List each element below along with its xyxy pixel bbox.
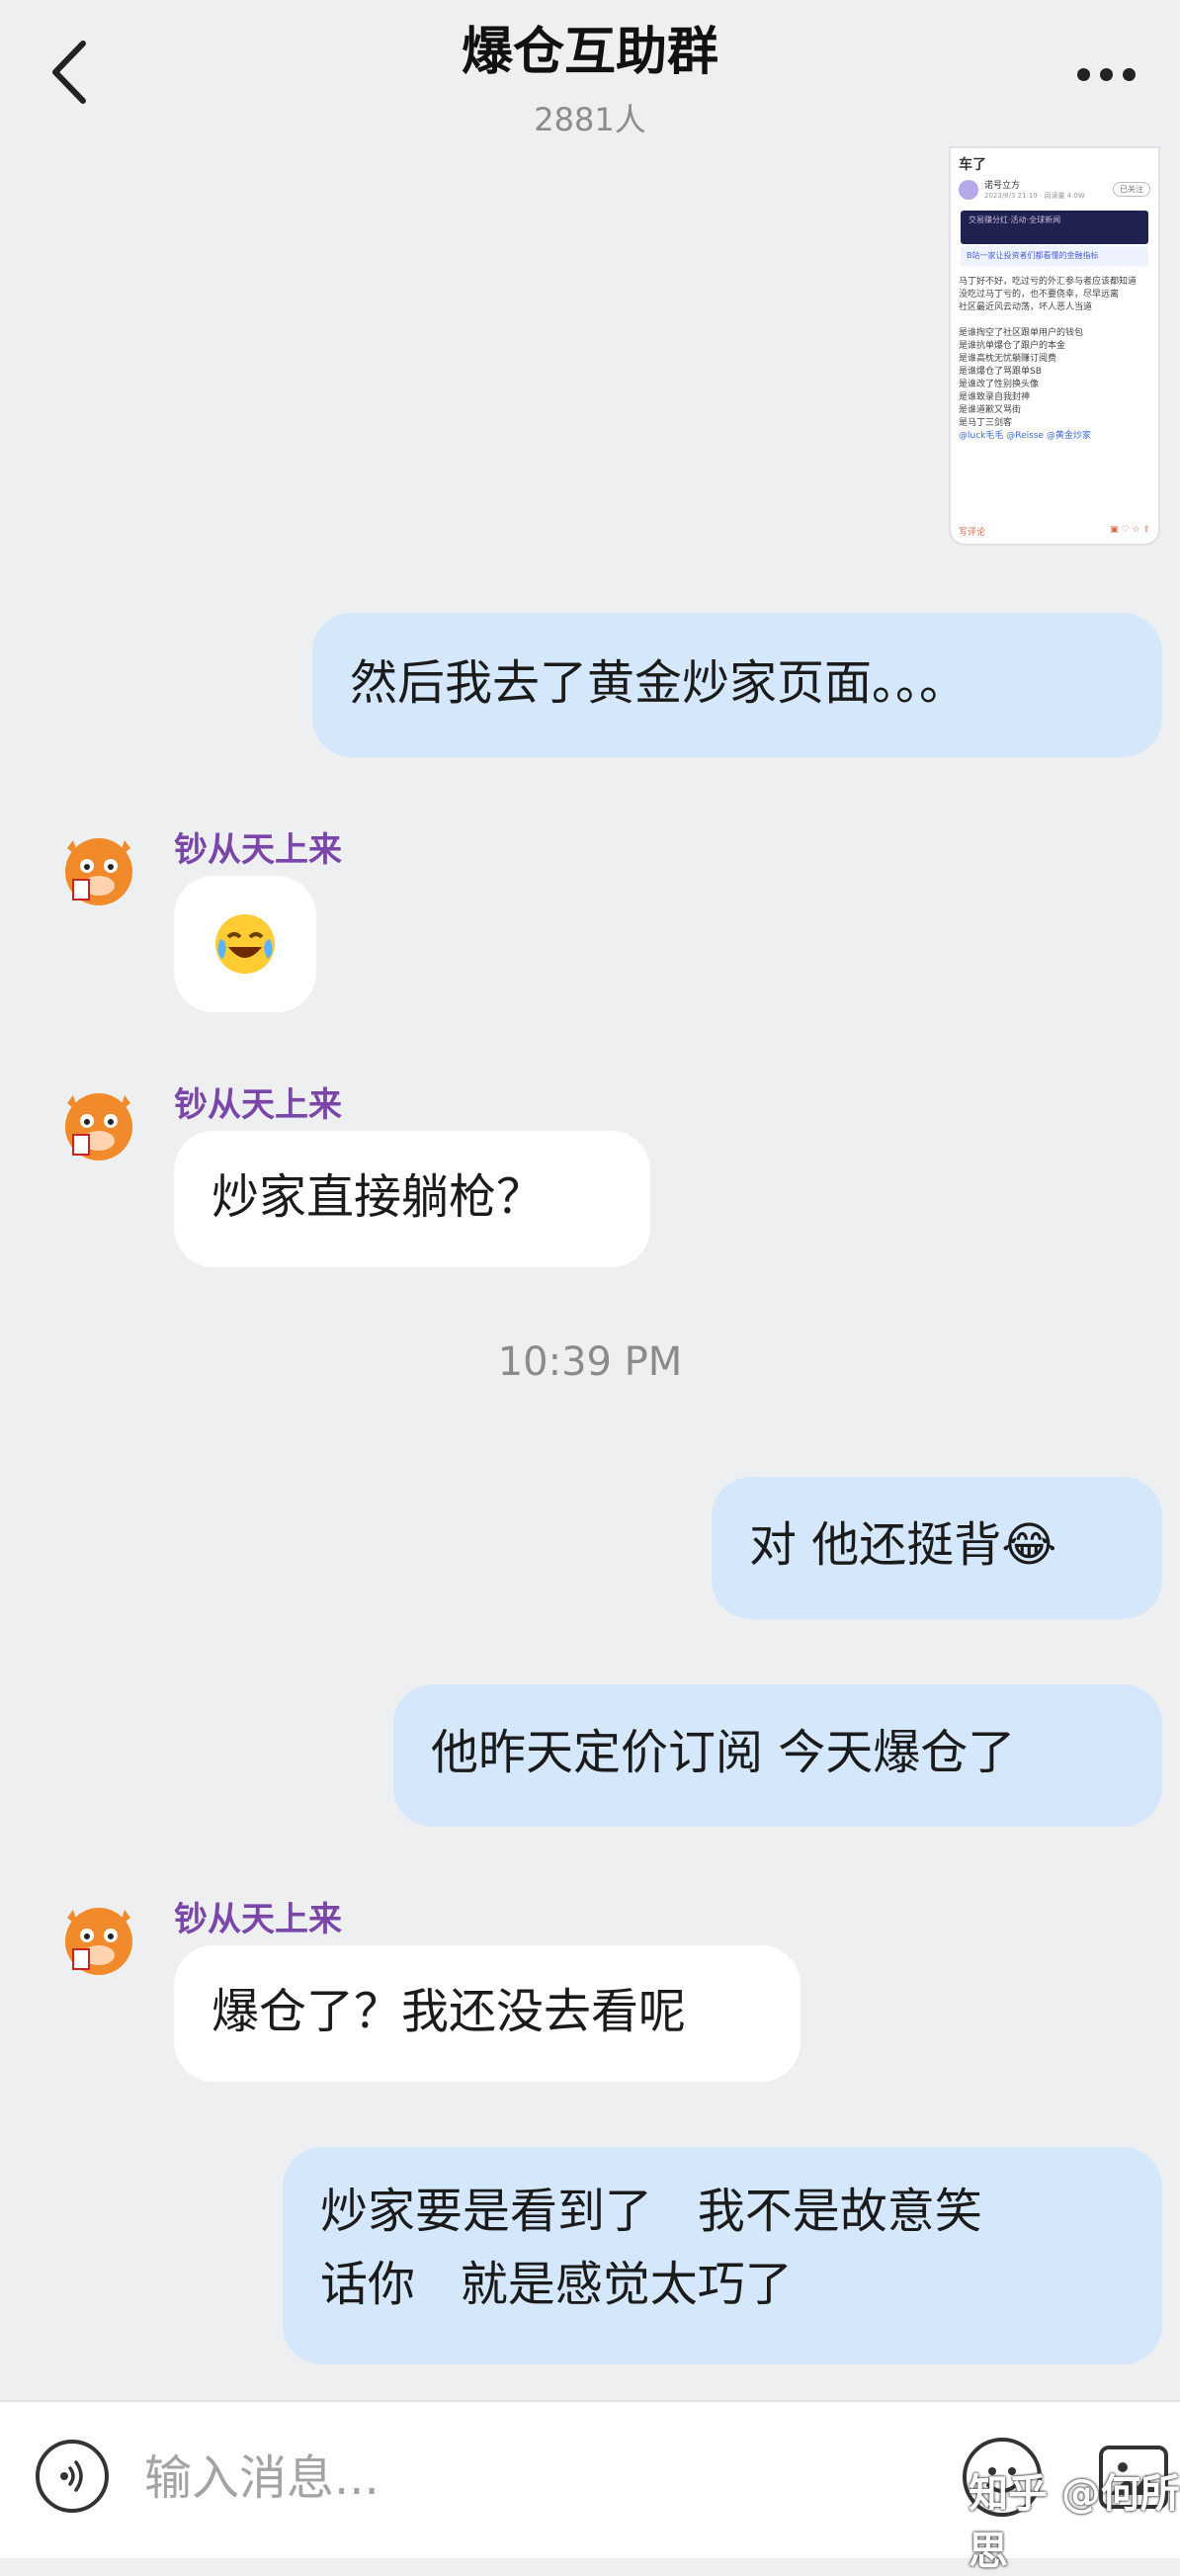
message-bubble-incoming[interactable]: 爆仓了？我还没去看呢 (174, 1945, 801, 2082)
thumb-action-icons: ▣ ♡ ☆ ⇪ (1110, 525, 1150, 535)
more-dots-icon (1076, 67, 1090, 81)
sender-name: 钞从天上来 (174, 1085, 342, 1125)
thumb-meta: 2023/8/3 21:19 · 阅读量 4.0W (984, 192, 1085, 200)
more-options-button[interactable] (1061, 49, 1150, 99)
message-text: 然后我去了黄金炒家页面。。。 (350, 655, 968, 711)
message-bubble-outgoing[interactable]: 然后我去了黄金炒家页面。。。 (312, 613, 1162, 757)
voice-input-button[interactable] (36, 2440, 109, 2513)
message-text-line: 话你 就是感觉太巧了 (320, 2257, 793, 2312)
shared-screenshot-image[interactable]: 车了 诺号立方 2023/8/3 21:19 · 阅读量 4.0W 已关注 交易… (951, 148, 1158, 544)
watermark-text: 知乎 @何所思 (969, 2471, 1180, 2574)
laughing-crying-emoji-icon (215, 914, 275, 974)
cow-avatar-icon[interactable] (53, 1077, 144, 1168)
thumb-mentions: @luck毛毛 @Reisse @黄金炒家 (959, 431, 1091, 441)
thumb-line: 是谁爆仓了骂跟单SB (959, 367, 1042, 377)
message-text: 爆仓了？我还没去看呢 (211, 1984, 687, 2039)
thumb-author-row: 诺号立方 2023/8/3 21:19 · 阅读量 4.0W 已关注 (951, 176, 1158, 203)
message-bubble-outgoing[interactable]: 他昨天定价订阅 今天爆仓了 (393, 1684, 1162, 1827)
thumb-comment-placeholder: 写评论 (959, 528, 986, 538)
thumb-follow: 已关注 (1113, 182, 1150, 197)
thumb-line (951, 314, 1158, 327)
message-bubble-outgoing[interactable]: 炒家要是看到了 我不是故意笑 话你 就是感觉太巧了 (283, 2147, 1162, 2364)
message-bubble-incoming[interactable] (174, 876, 316, 1012)
timestamp: 10:39 PM (497, 1339, 683, 1385)
member-count: 2881人 (534, 101, 646, 138)
cow-avatar-icon[interactable] (53, 822, 144, 913)
thumb-line: 是谁掏空了社区跟单用户的钱包 (959, 328, 1084, 338)
thumb-line: 是谁致录自我封神 (959, 392, 1031, 402)
message-text: 炒家直接躺枪？ (211, 1169, 545, 1225)
thumb-line: 没吃过马丁亏的，也不要侥幸，尽早远离 (959, 290, 1120, 300)
cow-avatar-icon[interactable] (53, 1892, 144, 1983)
sender-name: 钞从天上来 (174, 830, 342, 870)
sender-name: 钞从天上来 (174, 1900, 342, 1939)
thumb-link: B站一家让投资者们都看懂的金融指标 (961, 246, 1148, 266)
thumb-line: 社区最近风云动荡，坏人恶人当道 (959, 302, 1093, 312)
group-title: 爆仓互助群 (461, 23, 718, 82)
thumb-title: 车了 (959, 157, 986, 173)
thumb-banner: 交易赚分红·活动·全球新闻 (961, 211, 1148, 244)
thumb-line: 是马丁三剑客 (959, 418, 1013, 428)
thumb-line: 是谁抗单爆仓了跟户的本金 (959, 341, 1066, 351)
thumb-author: 诺号立方 (984, 181, 1021, 191)
thumb-line: 是谁改了性别换头像 (959, 380, 1040, 389)
message-input[interactable] (142, 2447, 897, 2509)
thumb-line: 是谁道歉又骂街 (959, 405, 1022, 415)
message-bubble-outgoing[interactable]: 对 他还挺背😂 (712, 1477, 1162, 1619)
message-text: 他昨天定价订阅 今天爆仓了 (431, 1725, 1016, 1780)
thumb-line: 是谁高枕无忧躺赚订阅费 (959, 354, 1057, 364)
voice-icon (60, 2460, 83, 2492)
thumb-line: 马丁好不好，吃过亏的外汇参与者应该都知道 (959, 277, 1138, 287)
thumb-avatar (959, 179, 978, 200)
message-text: 对 他还挺背😂 (749, 1517, 1057, 1573)
message-text-line: 炒家要是看到了 我不是故意笑 (320, 2184, 982, 2239)
chat-header: 爆仓互助群 2881人 (0, 0, 1180, 148)
thumb-bottom-bar: 写评论 ▣ ♡ ☆ ⇪ (959, 525, 1150, 538)
message-bubble-incoming[interactable]: 炒家直接躺枪？ (174, 1131, 650, 1267)
